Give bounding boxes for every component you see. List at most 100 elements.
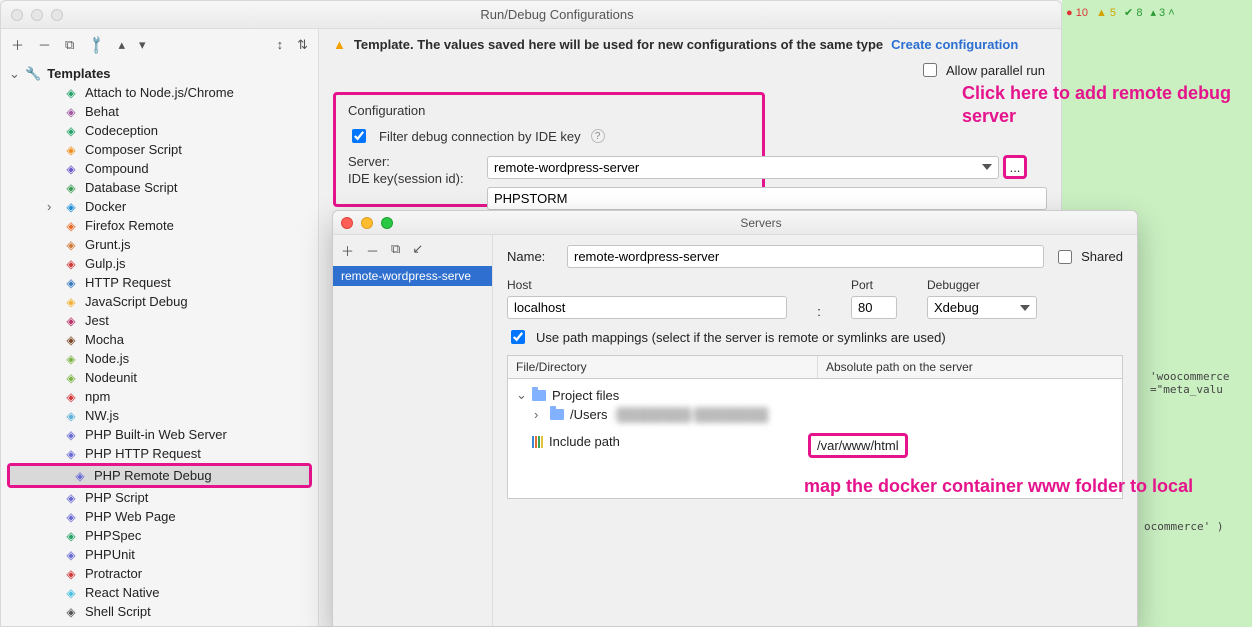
- ide-key-input[interactable]: [487, 187, 1047, 210]
- filter-idekey-label: Filter debug connection by IDE key: [379, 129, 581, 144]
- annotation-add-server: Click here to add remote debug server: [962, 82, 1242, 129]
- config-type-icon: ◈: [63, 370, 79, 386]
- template-item-label: Nodeunit: [85, 370, 137, 385]
- template-item[interactable]: ◈Composer Script: [1, 140, 318, 159]
- server-list-item[interactable]: remote-wordpress-serve: [333, 266, 492, 286]
- collapse-all-icon[interactable]: ⇅: [297, 37, 308, 53]
- chevron-right-icon[interactable]: ›: [47, 199, 57, 214]
- copy-server-icon[interactable]: ⧉: [391, 241, 400, 260]
- help-icon[interactable]: ?: [591, 129, 605, 143]
- close-icon[interactable]: [341, 217, 353, 229]
- template-item[interactable]: ◈npm: [1, 387, 318, 406]
- users-path-label: /Users: [570, 407, 608, 422]
- config-type-icon: ◈: [63, 566, 79, 582]
- config-type-icon: ◈: [63, 275, 79, 291]
- bg-code-fragment-2: ocommerce' ): [1144, 520, 1223, 533]
- template-tree[interactable]: ⌄🔧 Templates◈Attach to Node.js/Chrome◈Be…: [1, 60, 318, 626]
- host-input[interactable]: [507, 296, 787, 319]
- shared-checkbox[interactable]: [1058, 250, 1072, 264]
- template-item[interactable]: ◈PHP Web Page: [1, 507, 318, 526]
- template-item-label: Codeception: [85, 123, 158, 138]
- servers-title-bar: Servers: [333, 211, 1137, 235]
- template-item-label: PHPUnit: [85, 547, 135, 562]
- chevron-right-icon[interactable]: ›: [534, 407, 544, 422]
- chevron-down-icon[interactable]: ⌄: [9, 66, 19, 82]
- template-item-label: PHP Built-in Web Server: [85, 427, 227, 442]
- template-item[interactable]: ◈Grunt.js: [1, 235, 318, 254]
- close-dot-icon[interactable]: [11, 9, 23, 21]
- config-type-icon: ◈: [63, 389, 79, 405]
- template-item-label: Database Script: [85, 180, 178, 195]
- debugger-label: Debugger: [927, 278, 1047, 292]
- minimize-dot-icon[interactable]: [31, 9, 43, 21]
- config-type-icon: ◈: [63, 180, 79, 196]
- template-item[interactable]: ◈PHP HTTP Request: [1, 444, 318, 463]
- template-item[interactable]: ◈React Native: [1, 583, 318, 602]
- template-item[interactable]: ›◈Docker: [1, 197, 318, 216]
- template-item[interactable]: ◈PHP Remote Debug: [10, 466, 309, 485]
- servers-list[interactable]: remote-wordpress-serve: [333, 266, 492, 626]
- config-type-icon: ◈: [63, 509, 79, 525]
- servers-title: Servers: [393, 216, 1129, 230]
- template-item[interactable]: ◈PHPUnit: [1, 545, 318, 564]
- server-select[interactable]: remote-wordpress-server: [487, 156, 999, 179]
- remove-icon[interactable]: －: [38, 35, 51, 54]
- server-name-input[interactable]: [567, 245, 1044, 268]
- move-down-icon[interactable]: ▾: [139, 37, 146, 53]
- template-item[interactable]: ◈Node.js: [1, 349, 318, 368]
- template-item-label: Gulp.js: [85, 256, 125, 271]
- template-item-label: Shell Script: [85, 604, 151, 619]
- wrench-icon[interactable]: 🔧: [85, 33, 108, 56]
- template-item[interactable]: ◈Jest: [1, 311, 318, 330]
- use-path-mappings-checkbox[interactable]: [511, 330, 525, 344]
- name-label: Name:: [507, 249, 557, 264]
- template-item-label: PHPSpec: [85, 528, 141, 543]
- template-item[interactable]: ◈Codeception: [1, 121, 318, 140]
- server-browse-button[interactable]: ...: [1003, 155, 1027, 179]
- template-item[interactable]: ◈ Protractor: [1, 564, 318, 583]
- template-item[interactable]: ◈Mocha: [1, 330, 318, 349]
- filter-idekey-checkbox[interactable]: [352, 129, 366, 143]
- minimize-icon[interactable]: [361, 217, 373, 229]
- traffic-lights[interactable]: [11, 9, 63, 21]
- template-item[interactable]: ◈ Nodeunit: [1, 368, 318, 387]
- template-item[interactable]: ◈JavaScript Debug: [1, 292, 318, 311]
- absolute-path-value[interactable]: /var/www/html: [808, 433, 908, 458]
- template-item[interactable]: ◈PHP Script: [1, 488, 318, 507]
- chevron-down-icon[interactable]: ⌄: [516, 387, 526, 403]
- mappings-table-header: File/Directory Absolute path on the serv…: [507, 355, 1123, 379]
- add-server-icon[interactable]: ＋: [341, 241, 354, 260]
- info-badge: ▴ 3 ˄: [1150, 6, 1174, 19]
- template-item[interactable]: ◈PHP Built-in Web Server: [1, 425, 318, 444]
- move-up-icon[interactable]: ▴: [119, 37, 126, 53]
- template-item[interactable]: ◈Attach to Node.js/Chrome: [1, 83, 318, 102]
- users-path-row[interactable]: › /Users /████████/████████: [516, 405, 1114, 424]
- remove-server-icon[interactable]: －: [366, 241, 379, 260]
- expand-all-icon[interactable]: ↕: [277, 37, 284, 52]
- template-item[interactable]: ◈NW.js: [1, 406, 318, 425]
- bg-code-fragment-1: 'woocommerce ="meta_valu: [1150, 370, 1229, 396]
- template-item[interactable]: ◈Gulp.js: [1, 254, 318, 273]
- template-item[interactable]: ◈Shell Script: [1, 602, 318, 621]
- debugger-select[interactable]: Xdebug: [927, 296, 1037, 319]
- template-item[interactable]: ◈HTTP Request: [1, 273, 318, 292]
- zoom-icon[interactable]: [381, 217, 393, 229]
- template-item[interactable]: ◈Behat: [1, 102, 318, 121]
- import-icon[interactable]: ↙: [412, 241, 423, 260]
- zoom-dot-icon[interactable]: [51, 9, 63, 21]
- template-item[interactable]: ◈PHPSpec: [1, 526, 318, 545]
- template-item-label: Protractor: [85, 566, 142, 581]
- template-item[interactable]: ◈Compound: [1, 159, 318, 178]
- config-sidebar: ＋ － ⧉ 🔧 ▴ ▾ ↕ ⇅ ⌄🔧 Templates◈Attach to N…: [1, 29, 319, 626]
- copy-icon[interactable]: ⧉: [65, 37, 74, 53]
- add-icon[interactable]: ＋: [11, 35, 24, 54]
- allow-parallel-label: Allow parallel run: [946, 63, 1045, 78]
- port-input[interactable]: [851, 296, 897, 319]
- create-configuration-link[interactable]: Create configuration: [891, 37, 1018, 52]
- templates-root[interactable]: ⌄🔧 Templates: [1, 64, 318, 83]
- template-item[interactable]: ◈ Database Script: [1, 178, 318, 197]
- allow-parallel-checkbox[interactable]: [923, 63, 937, 77]
- template-item[interactable]: ◈Firefox Remote: [1, 216, 318, 235]
- template-banner: ▲ Template. The values saved here will b…: [333, 37, 1047, 52]
- project-files-row[interactable]: ⌄ Project files: [516, 385, 1114, 405]
